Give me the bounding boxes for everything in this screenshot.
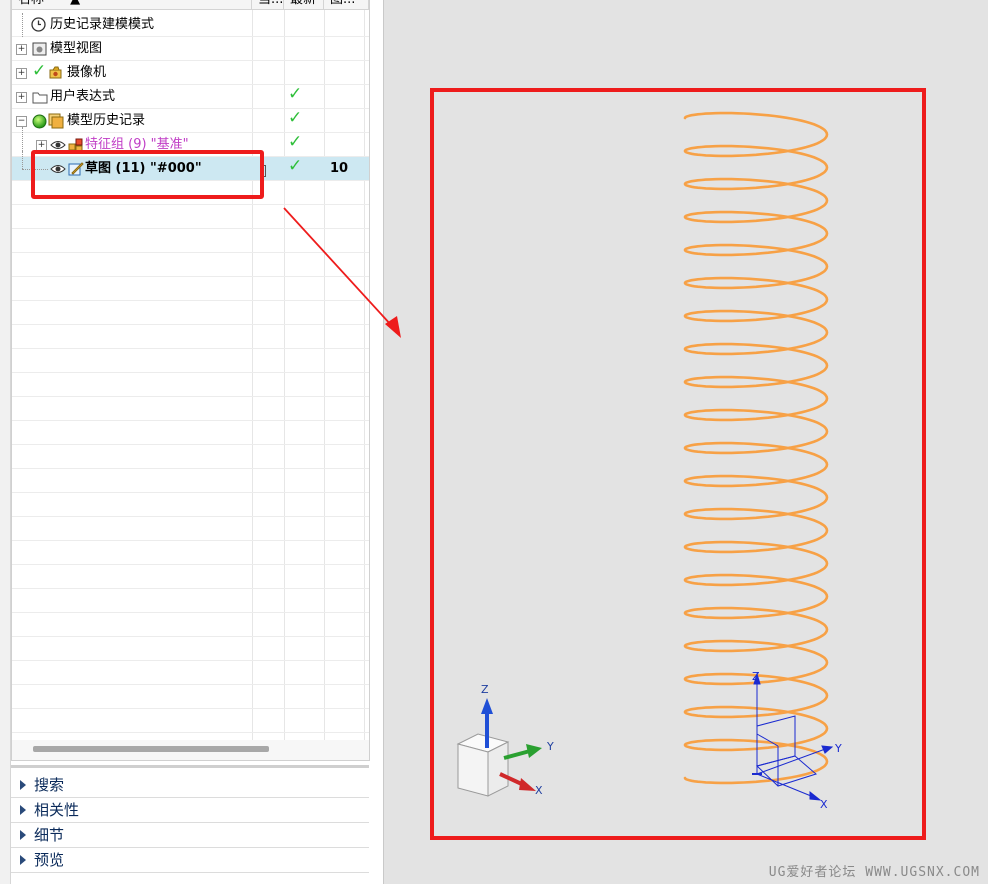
annotation-arrow (283, 207, 401, 338)
watermark: UG爱好者论坛 WWW.UGSNX.COM (768, 865, 980, 880)
